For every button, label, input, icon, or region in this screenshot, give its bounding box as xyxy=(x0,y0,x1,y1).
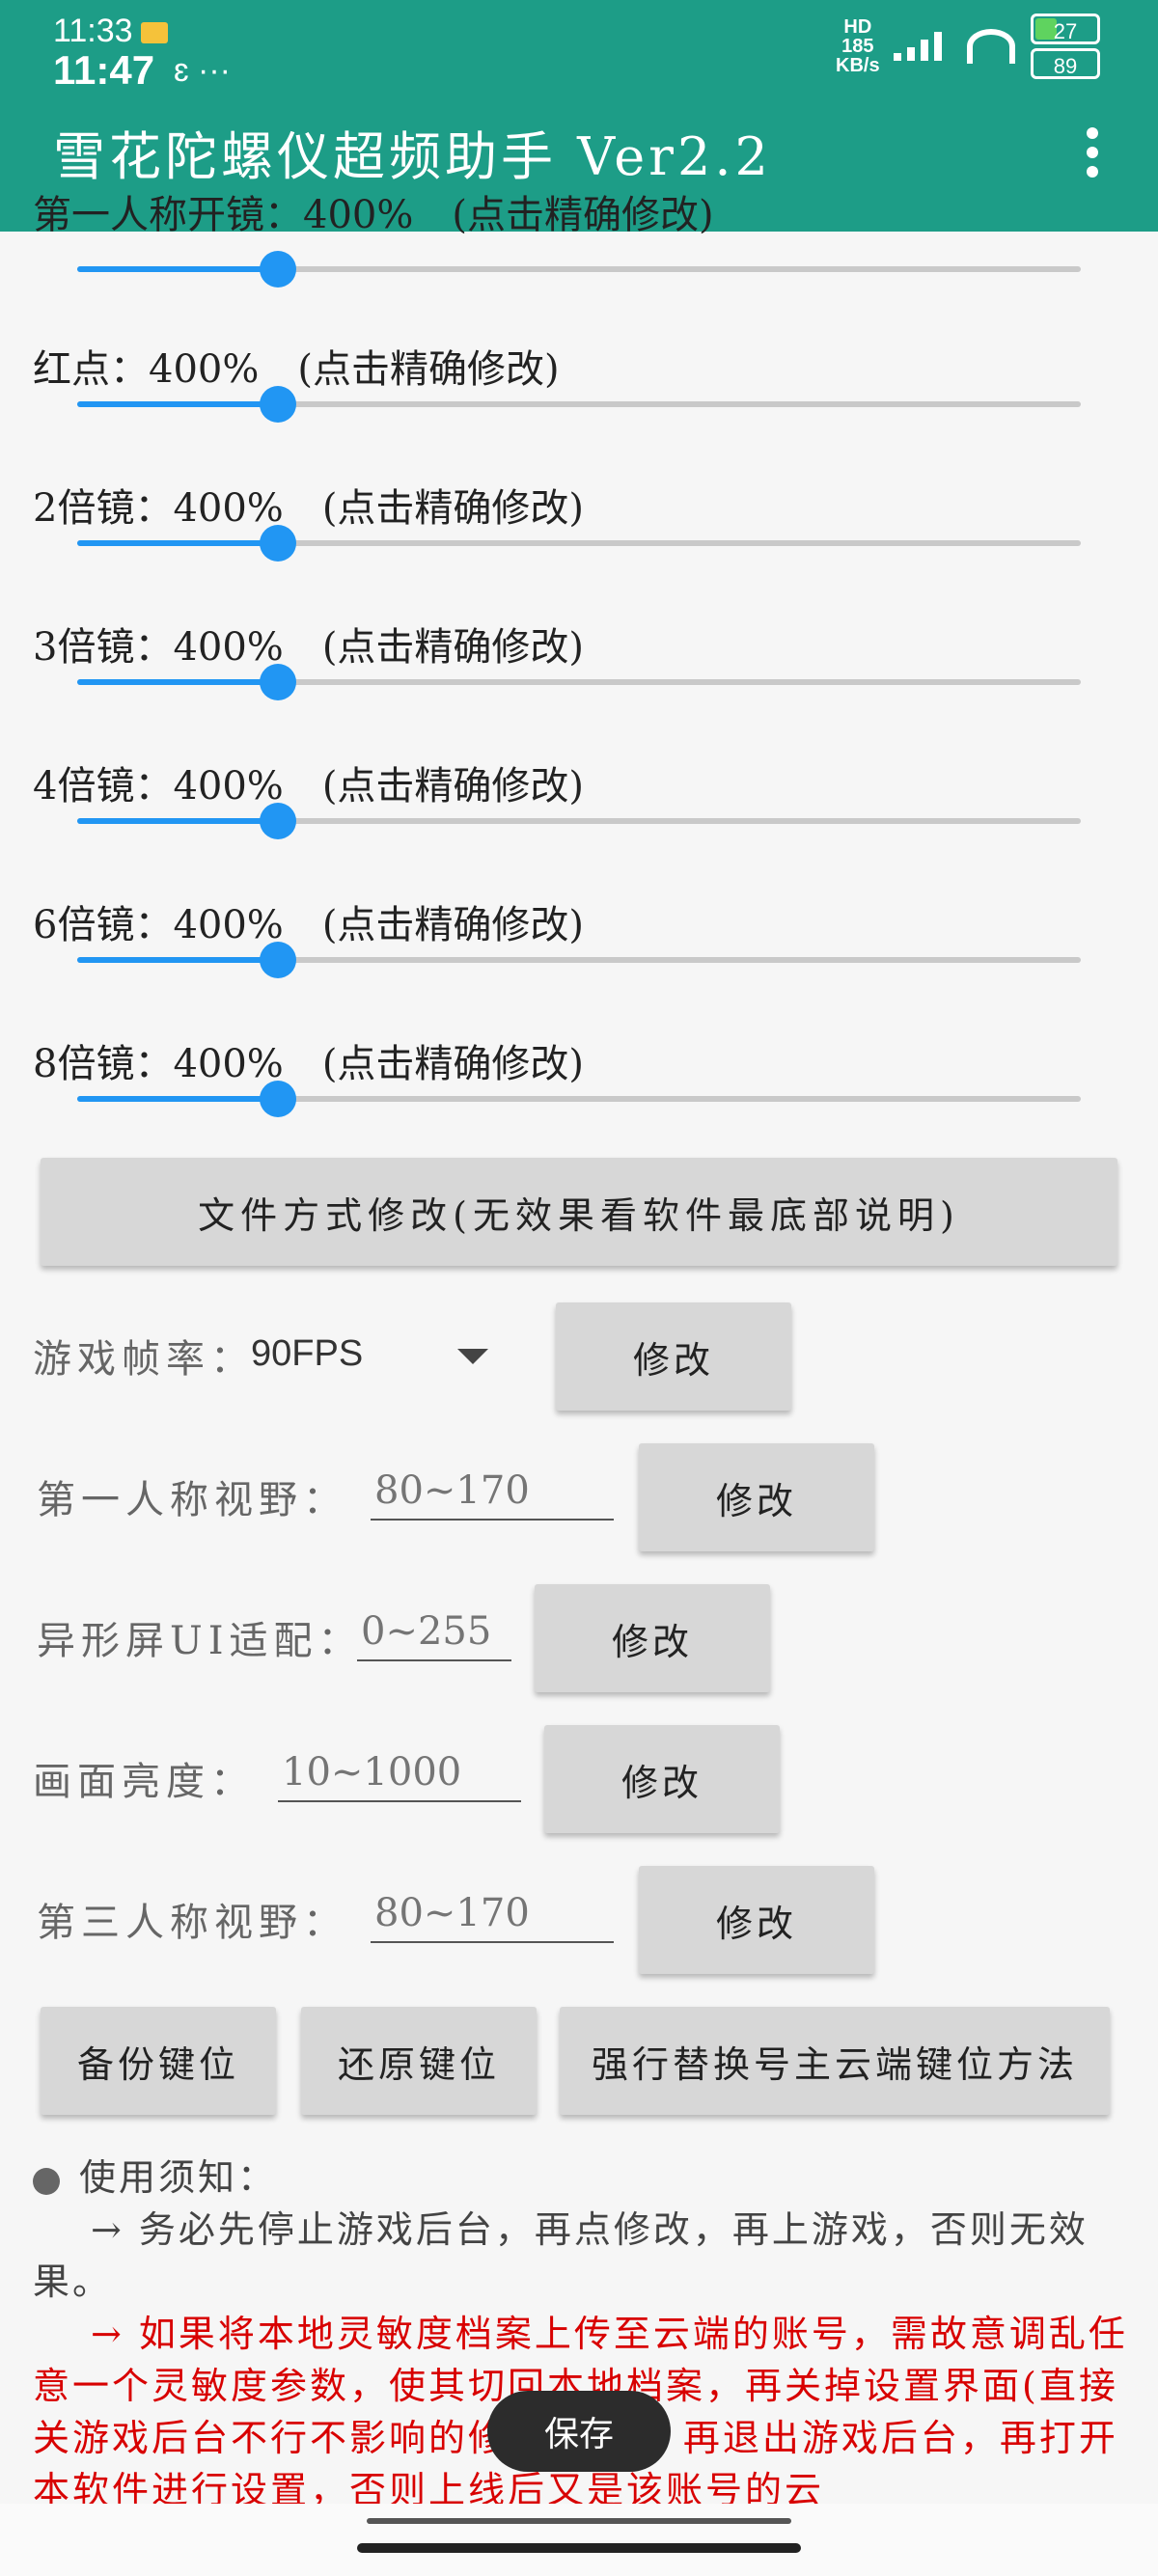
fps-label: 游戏帧率： xyxy=(33,1337,255,1382)
slider-label[interactable]: 8倍镜：400% (点击精确修改) xyxy=(33,1032,584,1088)
fps-modify-button[interactable]: 修改 xyxy=(556,1302,791,1411)
slider-hint-text[interactable]: (点击精确修改) xyxy=(322,486,584,531)
slider-fill xyxy=(77,1096,278,1102)
notch-ui-input[interactable] xyxy=(357,1609,511,1661)
slider-track[interactable] xyxy=(77,525,1081,562)
fov-first-person-label: 第一人称视野： xyxy=(37,1478,347,1522)
fov-first-person-input[interactable] xyxy=(371,1468,614,1521)
brightness-label: 画面亮度： xyxy=(33,1760,255,1804)
slider-fill xyxy=(77,957,278,963)
slider-thumb[interactable] xyxy=(260,386,296,423)
slider-value-text[interactable]: 8倍镜：400% xyxy=(33,1042,284,1086)
slider-label[interactable]: 6倍镜：400% (点击精确修改) xyxy=(33,893,584,949)
slider-value-text[interactable]: 6倍镜：400% xyxy=(33,903,284,947)
bottom-area xyxy=(0,2504,1158,2576)
notes-line-1: → 务必先停止游戏后台，再点修改，再上游戏，否则无效果。 xyxy=(33,2208,1089,2303)
battery-level-icon: 89 xyxy=(1031,48,1100,79)
slider-track[interactable] xyxy=(77,1081,1081,1117)
slider-label[interactable]: 第一人称开镜：400% (点击精确修改) xyxy=(33,183,714,239)
slider-fill xyxy=(77,266,278,272)
brightness-input[interactable] xyxy=(278,1750,521,1802)
slider-fill xyxy=(77,401,278,407)
bullet-icon xyxy=(33,2167,60,2195)
battery-icon: 27 xyxy=(1031,14,1100,44)
home-indicator[interactable] xyxy=(357,2543,801,2553)
slider-value-text[interactable]: 4倍镜：400% xyxy=(33,764,284,808)
net-speed: HD 185 KB/s xyxy=(836,16,880,76)
notch-ui-label: 异形屏UI适配： xyxy=(37,1619,363,1663)
scroll-indicator xyxy=(367,2518,791,2524)
force-replace-keys-button[interactable]: 强行替换号主云端键位方法 xyxy=(560,2007,1110,2115)
notes-heading: 使用须知： xyxy=(33,2151,1133,2204)
status-misc-icons: ɛ ··· xyxy=(174,52,232,89)
file-mode-button[interactable]: 文件方式修改(无效果看软件最底部说明) xyxy=(41,1158,1117,1266)
slider-thumb[interactable] xyxy=(260,251,296,288)
signal-icon xyxy=(893,32,951,61)
slider-hint-text[interactable]: (点击精确修改) xyxy=(297,347,559,392)
status-time-main: 11:47 xyxy=(53,47,155,93)
slider-thumb[interactable] xyxy=(260,803,296,839)
slider-label[interactable]: 2倍镜：400% (点击精确修改) xyxy=(33,477,584,533)
slider-fill xyxy=(77,679,278,685)
fov-first-person-modify-button[interactable]: 修改 xyxy=(639,1443,874,1551)
slider-row: 6倍镜：400% (点击精确修改) xyxy=(0,893,1158,1032)
slider-value-text[interactable]: 第一人称开镜：400% xyxy=(33,193,413,237)
fov-third-person-modify-button[interactable]: 修改 xyxy=(639,1866,874,1974)
fov-third-person-input[interactable] xyxy=(371,1891,614,1943)
slider-fill xyxy=(77,540,278,546)
slider-value-text[interactable]: 2倍镜：400% xyxy=(33,486,284,531)
backup-keys-button[interactable]: 备份键位 xyxy=(41,2007,276,2115)
slider-row: 3倍镜：400% (点击精确修改) xyxy=(0,616,1158,754)
slider-thumb[interactable] xyxy=(260,664,296,700)
slider-track[interactable] xyxy=(77,251,1081,288)
status-right-icons: HD 185 KB/s 27 89 xyxy=(836,14,1100,79)
slider-thumb[interactable] xyxy=(260,525,296,562)
slider-thumb[interactable] xyxy=(260,942,296,978)
slider-row: 2倍镜：400% (点击精确修改) xyxy=(0,477,1158,616)
slider-track[interactable] xyxy=(77,386,1081,423)
fov-third-person-label: 第三人称视野： xyxy=(37,1901,347,1945)
slider-track[interactable] xyxy=(77,664,1081,700)
slider-value-text[interactable]: 3倍镜：400% xyxy=(33,625,284,670)
fps-select[interactable]: 90FPS xyxy=(251,1333,363,1375)
dropdown-arrow-icon[interactable] xyxy=(457,1349,488,1364)
slider-hint-text[interactable]: (点击精确修改) xyxy=(322,625,584,670)
slider-track[interactable] xyxy=(77,803,1081,839)
slider-track[interactable] xyxy=(77,942,1081,978)
slider-row: 红点：400% (点击精确修改) xyxy=(0,338,1158,477)
slider-row: 8倍镜：400% (点击精确修改) xyxy=(0,1032,1158,1171)
slider-hint-text[interactable]: (点击精确修改) xyxy=(322,903,584,947)
slider-label[interactable]: 3倍镜：400% (点击精确修改) xyxy=(33,616,584,671)
slider-row: 4倍镜：400% (点击精确修改) xyxy=(0,754,1158,893)
slider-label[interactable]: 4倍镜：400% (点击精确修改) xyxy=(33,754,584,810)
slider-label[interactable]: 红点：400% (点击精确修改) xyxy=(33,338,560,394)
slider-fill xyxy=(77,818,278,824)
app-title: 雪花陀螺仪超频助手 Ver2.2 xyxy=(53,126,772,187)
slider-hint-text[interactable]: (点击精确修改) xyxy=(452,193,713,237)
slider-hint-text[interactable]: (点击精确修改) xyxy=(322,1042,584,1086)
slider-hint-text[interactable]: (点击精确修改) xyxy=(322,764,584,808)
save-toast: 保存 xyxy=(487,2391,671,2472)
wifi-icon xyxy=(966,29,1015,64)
slider-value-text[interactable]: 红点：400% xyxy=(33,347,259,392)
slider-thumb[interactable] xyxy=(260,1081,296,1117)
status-time-secondary: 11:33 xyxy=(53,13,133,49)
status-time: 11:33 11:47 xyxy=(53,14,168,93)
notch-ui-modify-button[interactable]: 修改 xyxy=(535,1584,770,1692)
brightness-modify-button[interactable]: 修改 xyxy=(544,1725,780,1833)
more-options-icon[interactable] xyxy=(1087,127,1100,181)
mail-notification-icon xyxy=(140,22,168,44)
restore-keys-button[interactable]: 还原键位 xyxy=(301,2007,537,2115)
